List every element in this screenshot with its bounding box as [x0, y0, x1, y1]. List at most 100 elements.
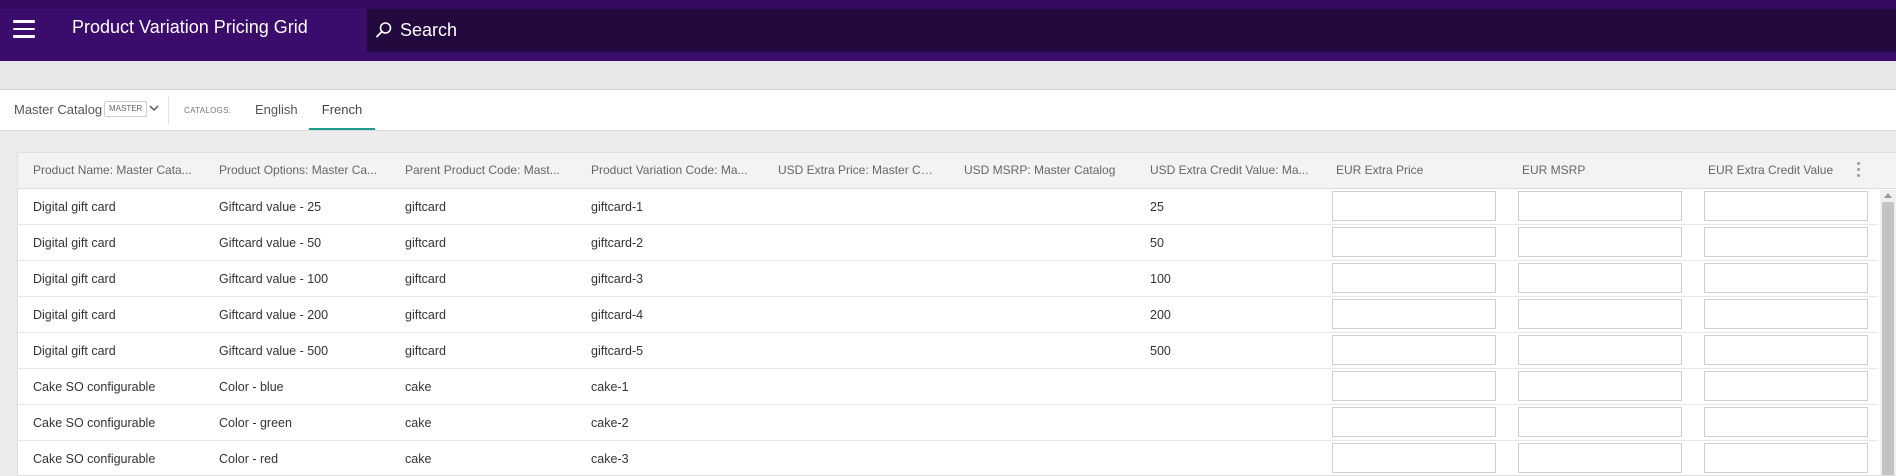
master-catalog-label[interactable]: Master Catalog: [14, 102, 102, 117]
chevron-down-icon[interactable]: [148, 102, 160, 114]
more-options-icon[interactable]: [1857, 162, 1861, 178]
table-row[interactable]: Digital gift card Giftcard value - 25 gift…: [18, 189, 1878, 225]
spacer-band: [0, 61, 1896, 90]
column-header-eur-msrp[interactable]: EUR MSRP: [1522, 153, 1682, 188]
column-header-usd-extra-credit-value[interactable]: USD Extra Credit Value: Ma...: [1150, 153, 1310, 188]
table-row[interactable]: Digital gift card Giftcard value - 200 gif…: [18, 297, 1878, 333]
eur-extra-credit-value-input[interactable]: [1704, 299, 1868, 329]
cell-parent-product-code: cake: [405, 380, 432, 394]
cell-product-variation-code: cake-1: [591, 380, 629, 394]
cell-parent-product-code: cake: [405, 416, 432, 430]
cell-parent-product-code: giftcard: [405, 236, 446, 250]
divider: [168, 96, 169, 124]
cell-product-variation-code: giftcard-5: [591, 344, 644, 358]
catalogs-label: CATALOGS:: [184, 106, 232, 115]
cell-product-options: Color - green: [219, 416, 292, 430]
tab-english[interactable]: English: [255, 90, 298, 130]
grid-header: Product Name: Master Cata... Product Opt…: [18, 153, 1896, 189]
cell-product-options: Giftcard value - 500: [219, 344, 329, 358]
cell-usd-extra-credit-value: 200: [1150, 308, 1171, 322]
scroll-up-arrow-icon[interactable]: [1884, 193, 1892, 198]
cell-product-options: Color - red: [219, 452, 279, 466]
column-header-product-variation-code[interactable]: Product Variation Code: Ma...: [591, 153, 751, 188]
cell-parent-product-code: giftcard: [405, 308, 446, 322]
table-row[interactable]: Cake SO configurable Color - red cake cake-…: [18, 441, 1878, 475]
eur-extra-credit-value-input[interactable]: [1704, 407, 1868, 437]
eur-msrp-input[interactable]: [1518, 227, 1682, 257]
cell-product-name: Cake SO configurable: [33, 452, 156, 466]
cell-product-variation-code: giftcard-1: [591, 200, 644, 214]
eur-extra-credit-value-input[interactable]: [1704, 191, 1868, 221]
app-title: Product Variation Pricing Grid: [72, 17, 308, 37]
column-header-parent-product-code[interactable]: Parent Product Code: Mast...: [405, 153, 565, 188]
eur-extra-credit-value-input[interactable]: [1704, 443, 1868, 473]
cell-product-options: Giftcard value - 50: [219, 236, 322, 250]
eur-msrp-input[interactable]: [1518, 335, 1682, 365]
eur-extra-credit-value-input[interactable]: [1704, 227, 1868, 257]
cell-parent-product-code: cake: [405, 452, 432, 466]
pricing-grid: Product Name: Master Cata... Product Opt…: [17, 152, 1896, 476]
column-header-product-name[interactable]: Product Name: Master Cata...: [33, 153, 193, 188]
table-row[interactable]: Digital gift card Giftcard value - 50 gift…: [18, 225, 1878, 261]
cell-product-name: Cake SO configurable: [33, 416, 156, 430]
eur-msrp-input[interactable]: [1518, 407, 1682, 437]
cell-product-options: Giftcard value - 25: [219, 200, 322, 214]
tab-french[interactable]: French: [309, 90, 375, 130]
cell-product-variation-code: giftcard-2: [591, 236, 644, 250]
search-icon: [376, 22, 392, 38]
eur-msrp-input[interactable]: [1518, 191, 1682, 221]
eur-extra-price-input[interactable]: [1332, 227, 1496, 257]
cell-product-name: Cake SO configurable: [33, 380, 156, 394]
column-header-eur-extra-credit-value[interactable]: EUR Extra Credit Value: [1708, 153, 1853, 188]
eur-extra-price-input[interactable]: [1332, 371, 1496, 401]
column-header-usd-msrp[interactable]: USD MSRP: Master Catalog: [964, 153, 1124, 188]
table-row[interactable]: Digital gift card Giftcard value - 500 gif…: [18, 333, 1878, 369]
table-row[interactable]: Cake SO configurable Color - blue cake cake…: [18, 369, 1878, 405]
catalog-bar: Master Catalog MASTER CATALOGS: English …: [0, 90, 1896, 131]
cell-product-options: Color - blue: [219, 380, 284, 394]
cell-usd-extra-credit-value: 500: [1150, 344, 1171, 358]
eur-extra-credit-value-input[interactable]: [1704, 371, 1868, 401]
cell-parent-product-code: giftcard: [405, 272, 446, 286]
cell-product-variation-code: cake-2: [591, 416, 629, 430]
eur-extra-credit-value-input[interactable]: [1704, 335, 1868, 365]
cell-usd-extra-credit-value: 50: [1150, 236, 1164, 250]
eur-msrp-input[interactable]: [1518, 371, 1682, 401]
cell-product-name: Digital gift card: [33, 272, 116, 286]
table-row[interactable]: Digital gift card Giftcard value - 100 gif…: [18, 261, 1878, 297]
column-header-product-options[interactable]: Product Options: Master Ca...: [219, 153, 379, 188]
eur-msrp-input[interactable]: [1518, 443, 1682, 473]
cell-product-variation-code: giftcard-3: [591, 272, 644, 286]
table-row[interactable]: Cake SO configurable Color - green cake cak…: [18, 405, 1878, 441]
eur-extra-price-input[interactable]: [1332, 191, 1496, 221]
cell-parent-product-code: giftcard: [405, 200, 446, 214]
cell-product-variation-code: giftcard-4: [591, 308, 644, 322]
eur-msrp-input[interactable]: [1518, 299, 1682, 329]
eur-msrp-input[interactable]: [1518, 263, 1682, 293]
hamburger-menu-icon[interactable]: [13, 20, 35, 38]
search-bar[interactable]: Search: [367, 9, 1896, 52]
eur-extra-credit-value-input[interactable]: [1704, 263, 1868, 293]
column-header-usd-extra-price[interactable]: USD Extra Price: Master Cat...: [778, 153, 938, 188]
vertical-scrollbar[interactable]: [1880, 190, 1896, 475]
eur-extra-price-input[interactable]: [1332, 263, 1496, 293]
search-input[interactable]: Search: [400, 20, 457, 41]
cell-product-name: Digital gift card: [33, 344, 116, 358]
cell-parent-product-code: giftcard: [405, 344, 446, 358]
master-badge: MASTER: [104, 101, 148, 117]
cell-product-options: Giftcard value - 100: [219, 272, 329, 286]
cell-usd-extra-credit-value: 25: [1150, 200, 1164, 214]
column-header-eur-extra-price[interactable]: EUR Extra Price: [1336, 153, 1496, 188]
cell-product-name: Digital gift card: [33, 236, 116, 250]
top-strip: [0, 0, 1896, 9]
cell-usd-extra-credit-value: 100: [1150, 272, 1171, 286]
eur-extra-price-input[interactable]: [1332, 443, 1496, 473]
cell-product-options: Giftcard value - 200: [219, 308, 329, 322]
cell-product-name: Digital gift card: [33, 200, 116, 214]
cell-product-variation-code: cake-3: [591, 452, 629, 466]
cell-product-name: Digital gift card: [33, 308, 116, 322]
eur-extra-price-input[interactable]: [1332, 335, 1496, 365]
eur-extra-price-input[interactable]: [1332, 407, 1496, 437]
scrollbar-thumb[interactable]: [1882, 202, 1894, 475]
eur-extra-price-input[interactable]: [1332, 299, 1496, 329]
